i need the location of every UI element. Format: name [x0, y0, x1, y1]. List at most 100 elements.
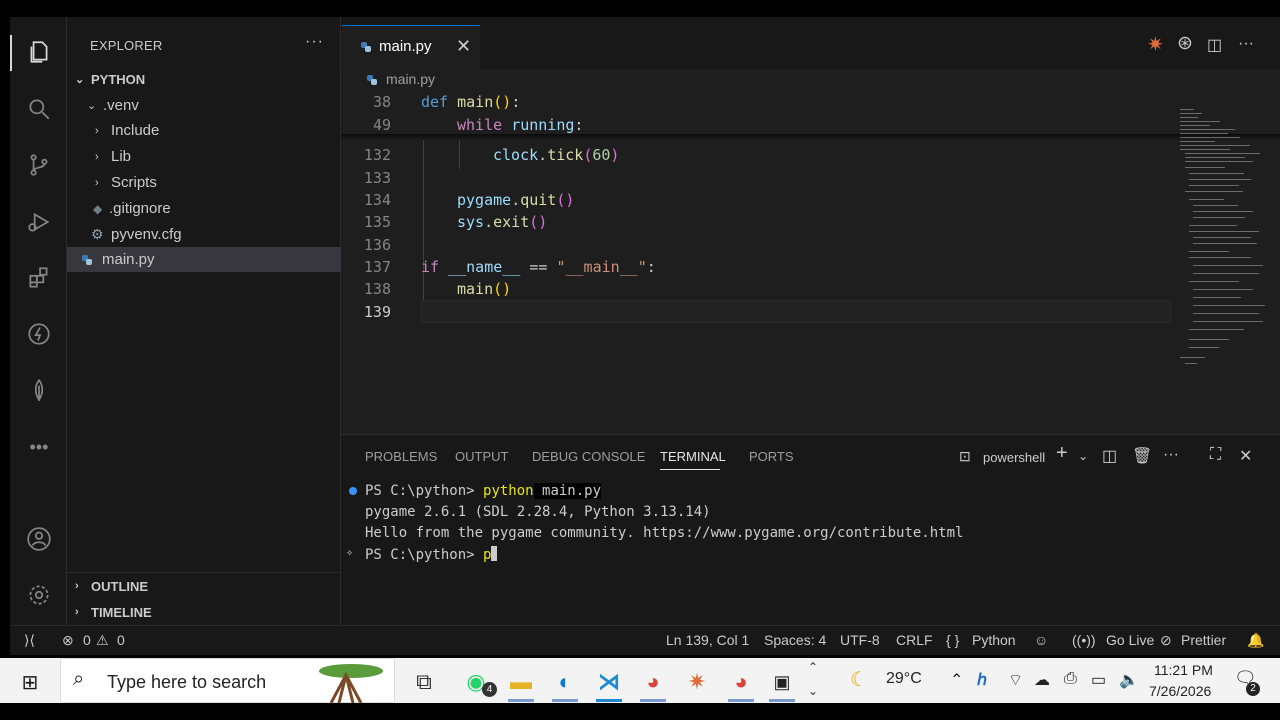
line-number: 135 — [363, 213, 391, 231]
openai-icon[interactable]: ⊛ — [1177, 32, 1193, 55]
more-actions-icon[interactable]: ··· — [1238, 35, 1254, 53]
vscode-icon[interactable]: ⋊ — [595, 668, 623, 696]
show-hidden-icons[interactable]: ⌃ — [950, 670, 963, 690]
line-number: 137 — [363, 258, 391, 276]
remote-icon[interactable]: ⟩⟨ — [24, 632, 35, 649]
trash-icon[interactable]: 🗑 — [1132, 446, 1152, 466]
chevron-up-icon[interactable]: ⌃ — [808, 660, 818, 674]
tab-ports[interactable]: PORTS — [749, 449, 794, 464]
warning-icon[interactable]: ⚠ — [96, 632, 109, 649]
explorer-more-button[interactable]: ··· — [305, 33, 324, 51]
cloud-icon[interactable]: ☁ — [1034, 670, 1050, 690]
taskbar-search[interactable]: ⌕ Type here to search — [60, 658, 395, 703]
activity-bar: ••• — [10, 17, 67, 625]
weather-moon-icon[interactable]: ☾ — [850, 667, 868, 692]
tree-item-lib[interactable]: › Lib — [67, 144, 341, 169]
error-icon[interactable]: ⊗ — [62, 632, 74, 649]
settings-gear-icon[interactable] — [22, 578, 56, 612]
code-line[interactable]: pygame.quit() — [457, 191, 574, 209]
cursor-position[interactable]: Ln 139, Col 1 — [666, 632, 749, 648]
more-icon[interactable]: ··· — [1163, 446, 1179, 464]
account-icon[interactable] — [22, 522, 56, 556]
code-line[interactable]: clock.tick(60) — [493, 146, 619, 164]
tab-label: main.py — [379, 38, 432, 55]
split-terminal-icon[interactable]: ◫ — [1102, 446, 1117, 466]
windows-start-icon[interactable]: ⊞ — [16, 668, 44, 696]
prettier-button[interactable]: Prettier — [1181, 632, 1226, 648]
warning-count[interactable]: 0 — [117, 632, 125, 648]
wifi-icon[interactable]: ⌔ — [1008, 670, 1023, 690]
file-explorer-icon[interactable]: ▬ — [507, 668, 535, 696]
clock-date[interactable]: 7/26/2026 — [1149, 683, 1211, 699]
edge-icon[interactable]: ◐ — [551, 668, 579, 696]
run-debug-icon[interactable] — [22, 205, 56, 239]
error-count[interactable]: 0 — [83, 632, 91, 648]
terminal-prompt[interactable]: PS C:\python> p — [365, 546, 498, 563]
plus-icon[interactable]: + — [1056, 442, 1068, 465]
vscode-window: ••• EXPLORER ··· ⌄ PYTHON ⌄ .venv › Incl… — [10, 17, 1280, 655]
maximize-icon[interactable]: ⛶ — [1210, 446, 1221, 464]
shell-name[interactable]: powershell — [983, 450, 1045, 465]
tree-item-label: .venv — [103, 97, 139, 114]
claude-icon[interactable]: ✷ — [683, 668, 711, 696]
timeline-section[interactable]: › TIMELINE — [67, 599, 341, 625]
source-control-icon[interactable] — [22, 148, 56, 182]
terminal-line[interactable]: Hello from the pygame community. https:/… — [365, 525, 963, 541]
sticky-line-def-main[interactable]: def main(): — [421, 93, 520, 111]
split-editor-icon[interactable]: ◫ — [1207, 35, 1222, 55]
meet-icon[interactable]: ⎙ — [1064, 670, 1077, 688]
terminal-line[interactable]: pygame 2.6.1 (SDL 2.28.4, Python 3.13.14… — [365, 504, 711, 520]
code-editor[interactable]: 38 def main(): 49 while running: 132 clo… — [341, 91, 1280, 434]
code-line[interactable]: sys.exit() — [457, 213, 547, 231]
tree-item-label: Include — [111, 122, 160, 139]
breadcrumb-file[interactable]: main.py — [386, 71, 435, 87]
workspace-root[interactable]: ⌄ PYTHON — [67, 67, 341, 92]
battery-icon[interactable]: ▭ — [1091, 670, 1106, 690]
explorer-icon[interactable] — [22, 35, 56, 69]
tree-item-main-py[interactable]: main.py — [67, 247, 341, 272]
close-icon[interactable]: ✕ — [456, 36, 471, 57]
weather-temp[interactable]: 29°C — [886, 670, 922, 688]
outline-section[interactable]: › OUTLINE — [67, 573, 341, 599]
terminal-line[interactable]: PS C:\python> python main.py — [365, 483, 602, 499]
indentation[interactable]: Spaces: 4 — [764, 632, 826, 648]
active-tab-underline — [660, 469, 720, 470]
tree-item-scripts[interactable]: › Scripts — [67, 170, 341, 195]
copilot-icon[interactable]: ☺ — [1034, 632, 1048, 648]
chevron-down-icon[interactable]: ⌄ — [1078, 449, 1088, 463]
chevron-down-icon[interactable]: ⌄ — [808, 684, 818, 698]
terminal-app-icon[interactable]: ▣ — [768, 668, 796, 696]
clock-time[interactable]: 11:21 PM — [1154, 662, 1213, 678]
volume-icon[interactable]: 🔈 — [1119, 670, 1139, 690]
close-panel-icon[interactable]: ✕ — [1239, 446, 1252, 466]
search-icon[interactable] — [22, 92, 56, 126]
code-line[interactable]: if __name__ == "__main__": — [421, 258, 656, 276]
top-black-bar — [0, 0, 1280, 17]
minimap[interactable] — [1175, 107, 1270, 377]
claude-icon[interactable]: ✷ — [1147, 32, 1164, 57]
go-live-button[interactable]: Go Live — [1106, 632, 1154, 648]
leaf-icon[interactable] — [22, 373, 56, 407]
chrome-profile-icon[interactable]: ◕ — [727, 668, 755, 696]
tree-item-venv[interactable]: ⌄ .venv — [67, 93, 341, 118]
tree-item-include[interactable]: › Include — [67, 118, 341, 143]
tab-problems[interactable]: PROBLEMS — [365, 449, 437, 464]
code-line[interactable]: main() — [457, 280, 511, 298]
language-mode[interactable]: Python — [972, 632, 1016, 648]
tree-item-pyvenv[interactable]: ⚙ pyvenv.cfg — [67, 222, 341, 247]
tab-terminal[interactable]: TERMINAL — [660, 449, 726, 464]
sticky-line-while[interactable]: while running: — [457, 116, 583, 134]
encoding[interactable]: UTF-8 — [840, 632, 880, 648]
tree-item-gitignore[interactable]: ◆ .gitignore — [67, 196, 341, 221]
line-ending[interactable]: CRLF — [896, 632, 933, 648]
more-icon[interactable]: ••• — [22, 430, 56, 464]
lightning-icon[interactable] — [22, 317, 56, 351]
bell-icon[interactable]: 🔔 — [1247, 632, 1264, 649]
hp-icon[interactable]: ℎ — [977, 670, 987, 690]
tab-main-py[interactable]: main.py ✕ — [342, 25, 480, 74]
task-view-icon[interactable]: ⧉ — [410, 668, 438, 696]
extensions-icon[interactable] — [22, 261, 56, 295]
tab-output[interactable]: OUTPUT — [455, 449, 508, 464]
chrome-icon[interactable]: ◕ — [639, 668, 667, 696]
tab-debug-console[interactable]: DEBUG CONSOLE — [532, 449, 645, 464]
